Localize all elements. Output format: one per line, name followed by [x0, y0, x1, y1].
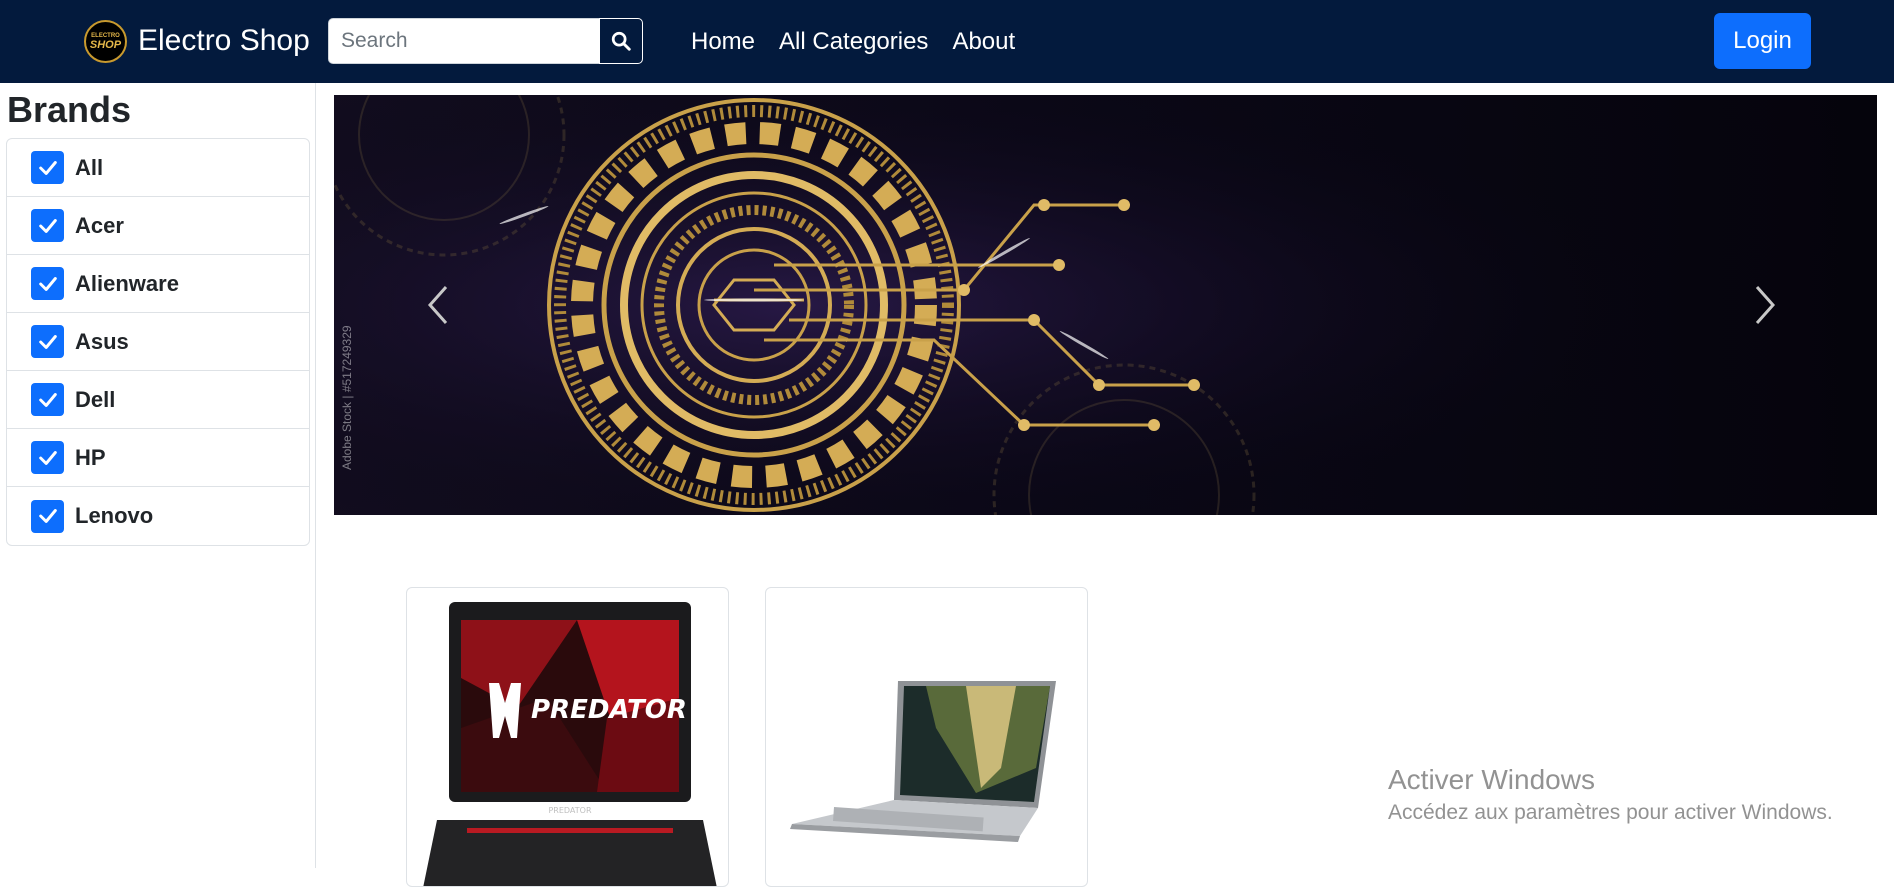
top-navbar: ELECTRO SHOP Electro Shop Home All Categ…	[0, 0, 1894, 83]
predator-laptop-image: PREDATOR PREDATOR	[423, 602, 717, 886]
search-icon	[611, 31, 631, 51]
nav-home[interactable]: Home	[691, 22, 755, 62]
checkbox-checked-icon[interactable]	[31, 325, 64, 358]
brand-filter-hp[interactable]: HP	[7, 429, 309, 487]
brand-label: Dell	[75, 386, 116, 412]
electro-shop-logo[interactable]: ELECTRO SHOP	[84, 20, 127, 63]
brand-label: Acer	[75, 212, 124, 238]
brand-name[interactable]: Electro Shop	[138, 22, 310, 60]
brand-filter-asus[interactable]: Asus	[7, 313, 309, 371]
brand-filter-acer[interactable]: Acer	[7, 197, 309, 255]
brand-label: Lenovo	[75, 503, 154, 528]
brands-heading: Brands	[7, 89, 132, 130]
activation-subtitle: Accédez aux paramètres pour activer Wind…	[1388, 801, 1833, 824]
checkbox-checked-icon[interactable]	[31, 441, 64, 474]
brand-filter-dell[interactable]: Dell	[7, 371, 309, 429]
stock-watermark: Adobe Stock | #517249329	[340, 325, 354, 470]
brand-filter-alienware[interactable]: Alienware	[7, 255, 309, 313]
checkbox-checked-icon[interactable]	[31, 209, 64, 242]
brand-label: All	[75, 154, 104, 180]
predator-bezel-text: PREDATOR	[548, 806, 591, 815]
login-button[interactable]: Login	[1714, 13, 1811, 69]
carousel-next-button[interactable]	[1734, 275, 1794, 335]
brand-filter-list: All Acer Alienware Asus Dell HP Lenovo	[6, 138, 310, 546]
brands-sidebar: Brands All Acer Alienware Asus Dell HP L…	[0, 83, 316, 868]
search-input[interactable]	[328, 18, 599, 64]
hero-carousel[interactable]: Adobe Stock | #517249329	[334, 95, 1877, 515]
carousel-prev-button[interactable]	[409, 275, 469, 335]
predator-screen-text: PREDATOR	[531, 695, 687, 725]
gold-gear-circuit-banner	[334, 95, 1877, 515]
brand-filter-lenovo[interactable]: Lenovo	[7, 487, 309, 545]
checkbox-checked-icon[interactable]	[31, 499, 64, 533]
search-button[interactable]	[599, 18, 643, 64]
brand-label: Alienware	[75, 270, 179, 296]
windows-activation-notice: Activer Windows Accédez aux paramètres p…	[1388, 762, 1833, 828]
activation-title: Activer Windows	[1388, 764, 1595, 795]
product-card-acer-laptop[interactable]	[765, 587, 1088, 887]
chevron-right-icon	[1755, 286, 1776, 324]
nav-links: Home All Categories About	[691, 22, 1015, 62]
nav-all-categories[interactable]: All Categories	[779, 22, 928, 62]
checkbox-checked-icon[interactable]	[31, 267, 64, 300]
search-form	[328, 18, 643, 64]
logo-text-main: SHOP	[89, 38, 122, 51]
brand-filter-all[interactable]: All	[7, 139, 309, 197]
brand-label: HP	[75, 444, 106, 470]
nav-about[interactable]: About	[952, 22, 1015, 62]
silver-laptop-image	[790, 681, 1056, 842]
product-card-acer-predator[interactable]: PREDATOR PREDATOR	[406, 587, 729, 887]
checkbox-checked-icon[interactable]	[31, 383, 64, 416]
checkbox-checked-icon[interactable]	[31, 151, 64, 184]
chevron-left-icon	[427, 286, 448, 324]
brand-label: Asus	[75, 328, 129, 354]
